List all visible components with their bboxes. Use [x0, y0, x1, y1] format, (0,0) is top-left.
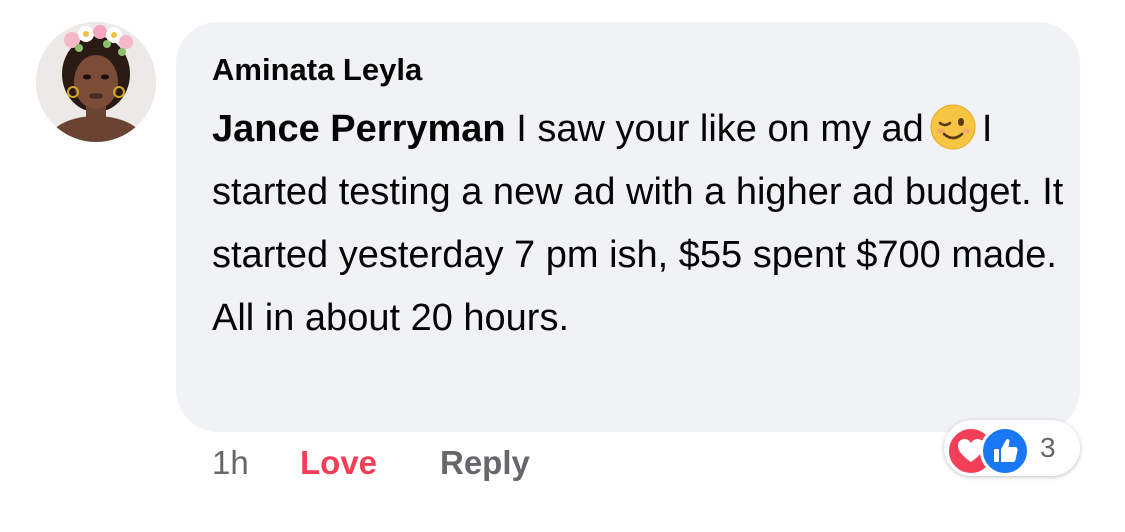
reply-button[interactable]: Reply [440, 444, 530, 482]
like-reaction-icon [980, 426, 1030, 476]
love-button[interactable]: Love [300, 444, 377, 482]
winking-face-emoji-icon [930, 104, 976, 150]
comment-text: Jance Perryman I saw your like on my ad … [212, 98, 1072, 350]
avatar[interactable] [36, 22, 156, 142]
mention-link[interactable]: Jance Perryman [212, 108, 506, 150]
reactions-summary[interactable]: 3 [944, 420, 1080, 476]
reaction-count: 3 [1040, 432, 1056, 463]
comment-timestamp[interactable]: 1h [212, 444, 249, 482]
comment-author[interactable]: Aminata Leyla [212, 52, 422, 88]
comment-bubble: Aminata Leyla Jance Perryman I saw your … [176, 22, 1080, 432]
comment-text-part-1: I saw your like on my ad [505, 108, 924, 150]
